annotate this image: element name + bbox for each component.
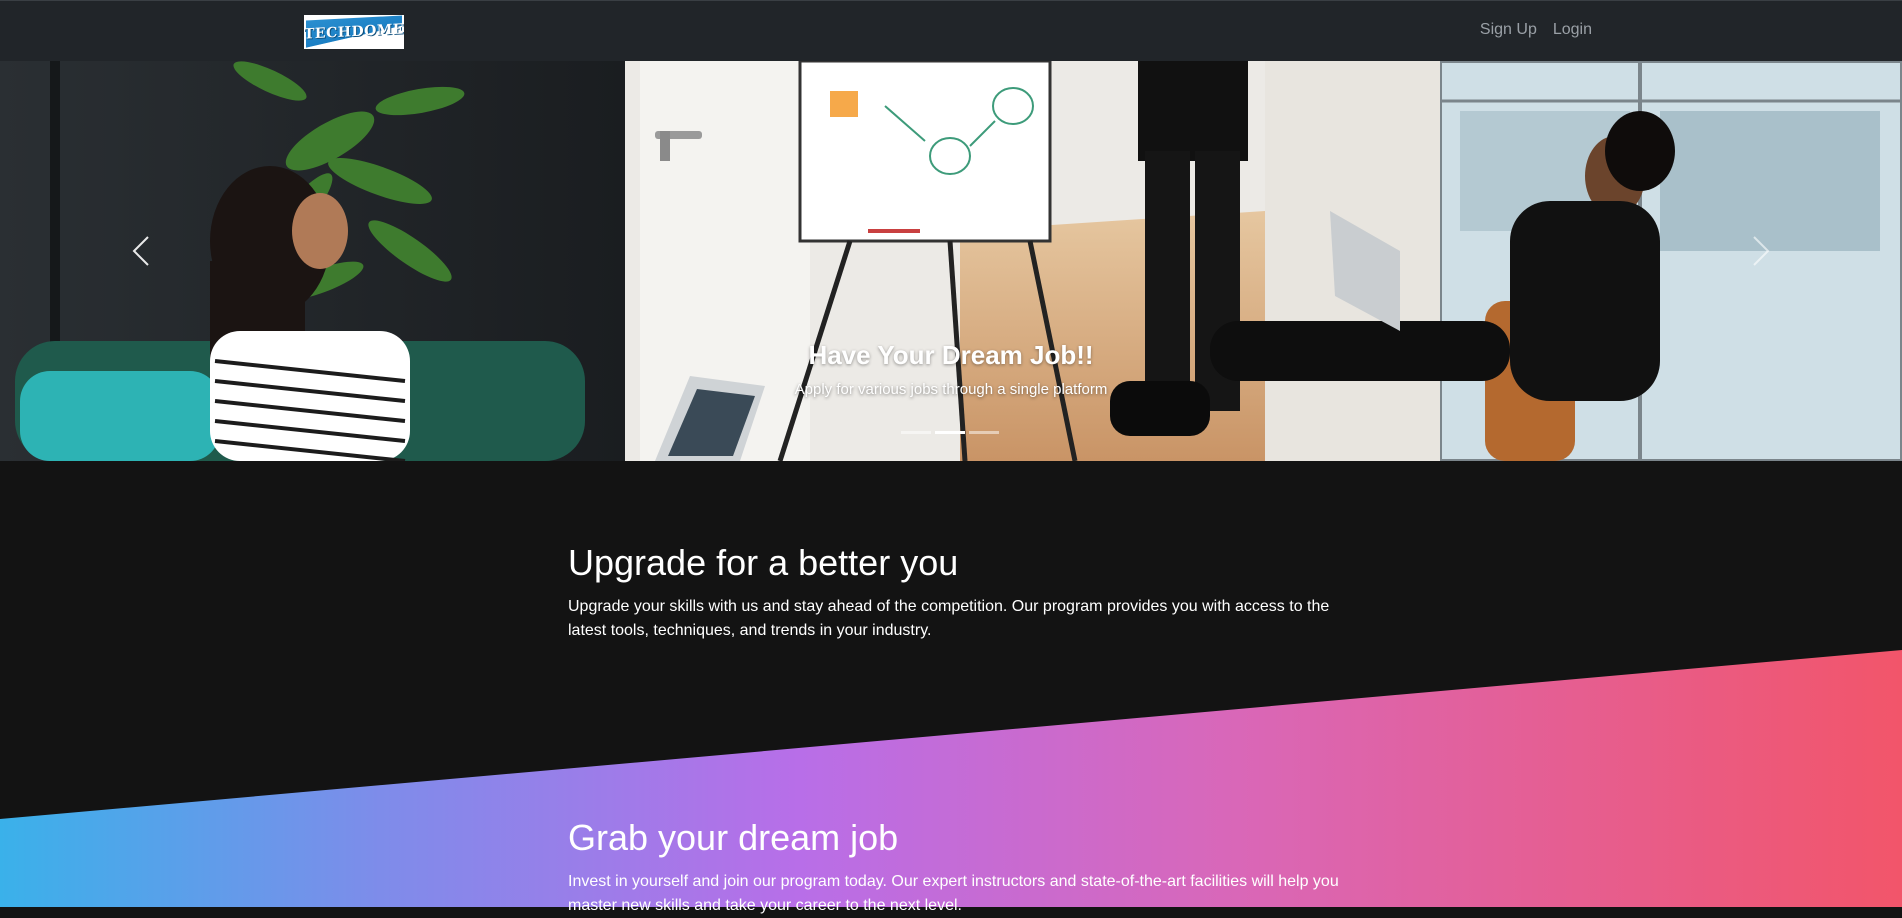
- carousel-indicator-2[interactable]: [935, 431, 965, 434]
- chevron-left-icon: [132, 236, 149, 266]
- chevron-right-icon: [1753, 236, 1770, 266]
- carousel-indicator-1[interactable]: [901, 431, 931, 434]
- carousel-indicator-3[interactable]: [969, 431, 999, 434]
- nav-links: Sign Up Login: [1480, 21, 1592, 39]
- hero-carousel: Have Your Dream Job!! Apply for various …: [0, 61, 1902, 461]
- carousel-prev-button[interactable]: [122, 231, 162, 271]
- carousel-caption: Have Your Dream Job!! Apply for various …: [0, 340, 1902, 398]
- grab-title: Grab your dream job: [568, 817, 899, 858]
- signup-link[interactable]: Sign Up: [1480, 21, 1537, 39]
- upgrade-title: Upgrade for a better you: [568, 542, 959, 583]
- brand-logo-badge: TECHDOME: [304, 15, 404, 49]
- hero-image: [0, 61, 1902, 461]
- carousel-indicators: [901, 431, 999, 434]
- caption-subtitle: Apply for various jobs through a single …: [794, 381, 1108, 398]
- carousel-next-button[interactable]: [1740, 231, 1780, 271]
- grab-section: Grab your dream job Invest in yourself a…: [568, 818, 1348, 918]
- brand-logo[interactable]: TECHDOME: [304, 15, 404, 49]
- grab-text: Invest in yourself and join our program …: [568, 872, 1339, 914]
- upgrade-text: Upgrade your skills with us and stay ahe…: [568, 597, 1330, 639]
- navbar: TECHDOME Sign Up Login: [0, 0, 1902, 61]
- upgrade-section: Upgrade for a better you Upgrade your sk…: [568, 543, 1348, 643]
- brand-name: TECHDOME: [304, 21, 404, 43]
- caption-title: Have Your Dream Job!!: [808, 340, 1094, 370]
- login-link[interactable]: Login: [1553, 21, 1592, 39]
